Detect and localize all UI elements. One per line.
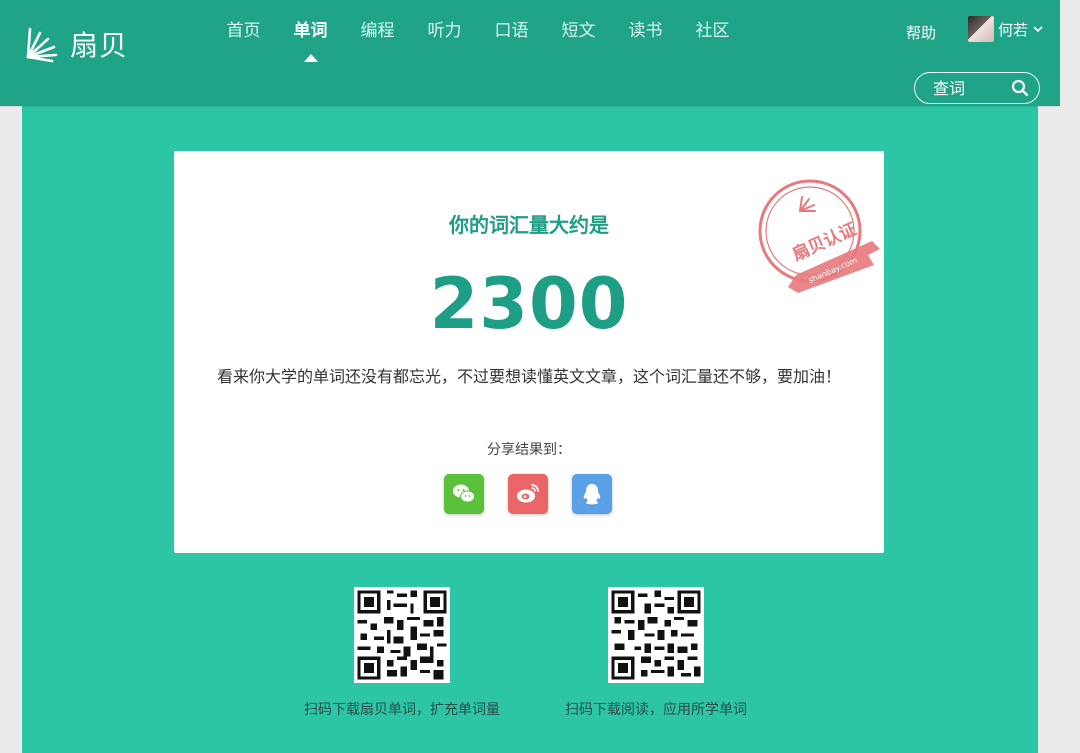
result-card: 你的词汇量大约是 2300 看来你大学的单词还没有都忘光，不过要想读懂英文文章，… bbox=[174, 151, 884, 553]
help-link[interactable]: 帮助 bbox=[906, 22, 936, 43]
share-qq-button[interactable] bbox=[572, 474, 612, 514]
qr-code bbox=[608, 587, 704, 683]
nav-item-home[interactable]: 首页 bbox=[210, 18, 277, 44]
top-navigation-bar: 扇贝 首页 单词 编程 听力 口语 短文 读书 社区 帮助 何若 bbox=[0, 0, 1060, 106]
share-label: 分享结果到： bbox=[487, 442, 571, 458]
brand-logo[interactable]: 扇贝 bbox=[22, 22, 128, 66]
share-wechat-button[interactable] bbox=[444, 474, 484, 514]
avatar bbox=[968, 16, 994, 42]
page-edge bbox=[1038, 0, 1080, 753]
qr-words-app: 扫码下载扇贝单词，扩充单词量 bbox=[282, 587, 522, 719]
user-name: 何若 bbox=[998, 20, 1029, 39]
brand-name: 扇贝 bbox=[70, 29, 129, 62]
weibo-icon bbox=[517, 484, 539, 503]
search-box bbox=[914, 72, 1040, 104]
qr-caption: 扫码下载阅读，应用所学单词 bbox=[565, 702, 747, 718]
qr-caption: 扫码下载扇贝单词，扩充单词量 bbox=[304, 702, 500, 718]
nav-item-coding[interactable]: 编程 bbox=[344, 18, 411, 44]
nav-item-listening[interactable]: 听力 bbox=[411, 18, 478, 44]
main-nav: 首页 单词 编程 听力 口语 短文 读书 社区 bbox=[210, 18, 746, 62]
qq-icon bbox=[583, 484, 601, 505]
nav-item-community[interactable]: 社区 bbox=[679, 18, 746, 44]
share-weibo-button[interactable] bbox=[508, 474, 548, 514]
qr-reading-app: 扫码下载阅读，应用所学单词 bbox=[536, 587, 776, 719]
nav-item-words[interactable]: 单词 bbox=[277, 18, 344, 62]
active-caret-icon bbox=[303, 54, 318, 62]
wechat-icon bbox=[453, 484, 475, 503]
nav-item-reading[interactable]: 读书 bbox=[612, 18, 679, 44]
nav-item-words-label: 单词 bbox=[293, 21, 328, 41]
nav-item-speaking[interactable]: 口语 bbox=[478, 18, 545, 44]
search-input[interactable] bbox=[933, 78, 1003, 98]
certification-stamp: 扇贝认证 shanbay.com bbox=[758, 179, 880, 293]
share-buttons bbox=[444, 474, 612, 514]
search-icon[interactable] bbox=[1011, 79, 1029, 97]
result-description: 看来你大学的单词还没有都忘光，不过要想读懂英文文章，这个词汇量还不够，要加油！ bbox=[216, 367, 841, 386]
shell-logo-icon bbox=[26, 27, 58, 63]
chevron-down-icon bbox=[1033, 26, 1043, 33]
qr-code bbox=[354, 587, 450, 683]
nav-item-short-text[interactable]: 短文 bbox=[545, 18, 612, 44]
user-menu[interactable]: 何若 bbox=[968, 16, 1044, 42]
